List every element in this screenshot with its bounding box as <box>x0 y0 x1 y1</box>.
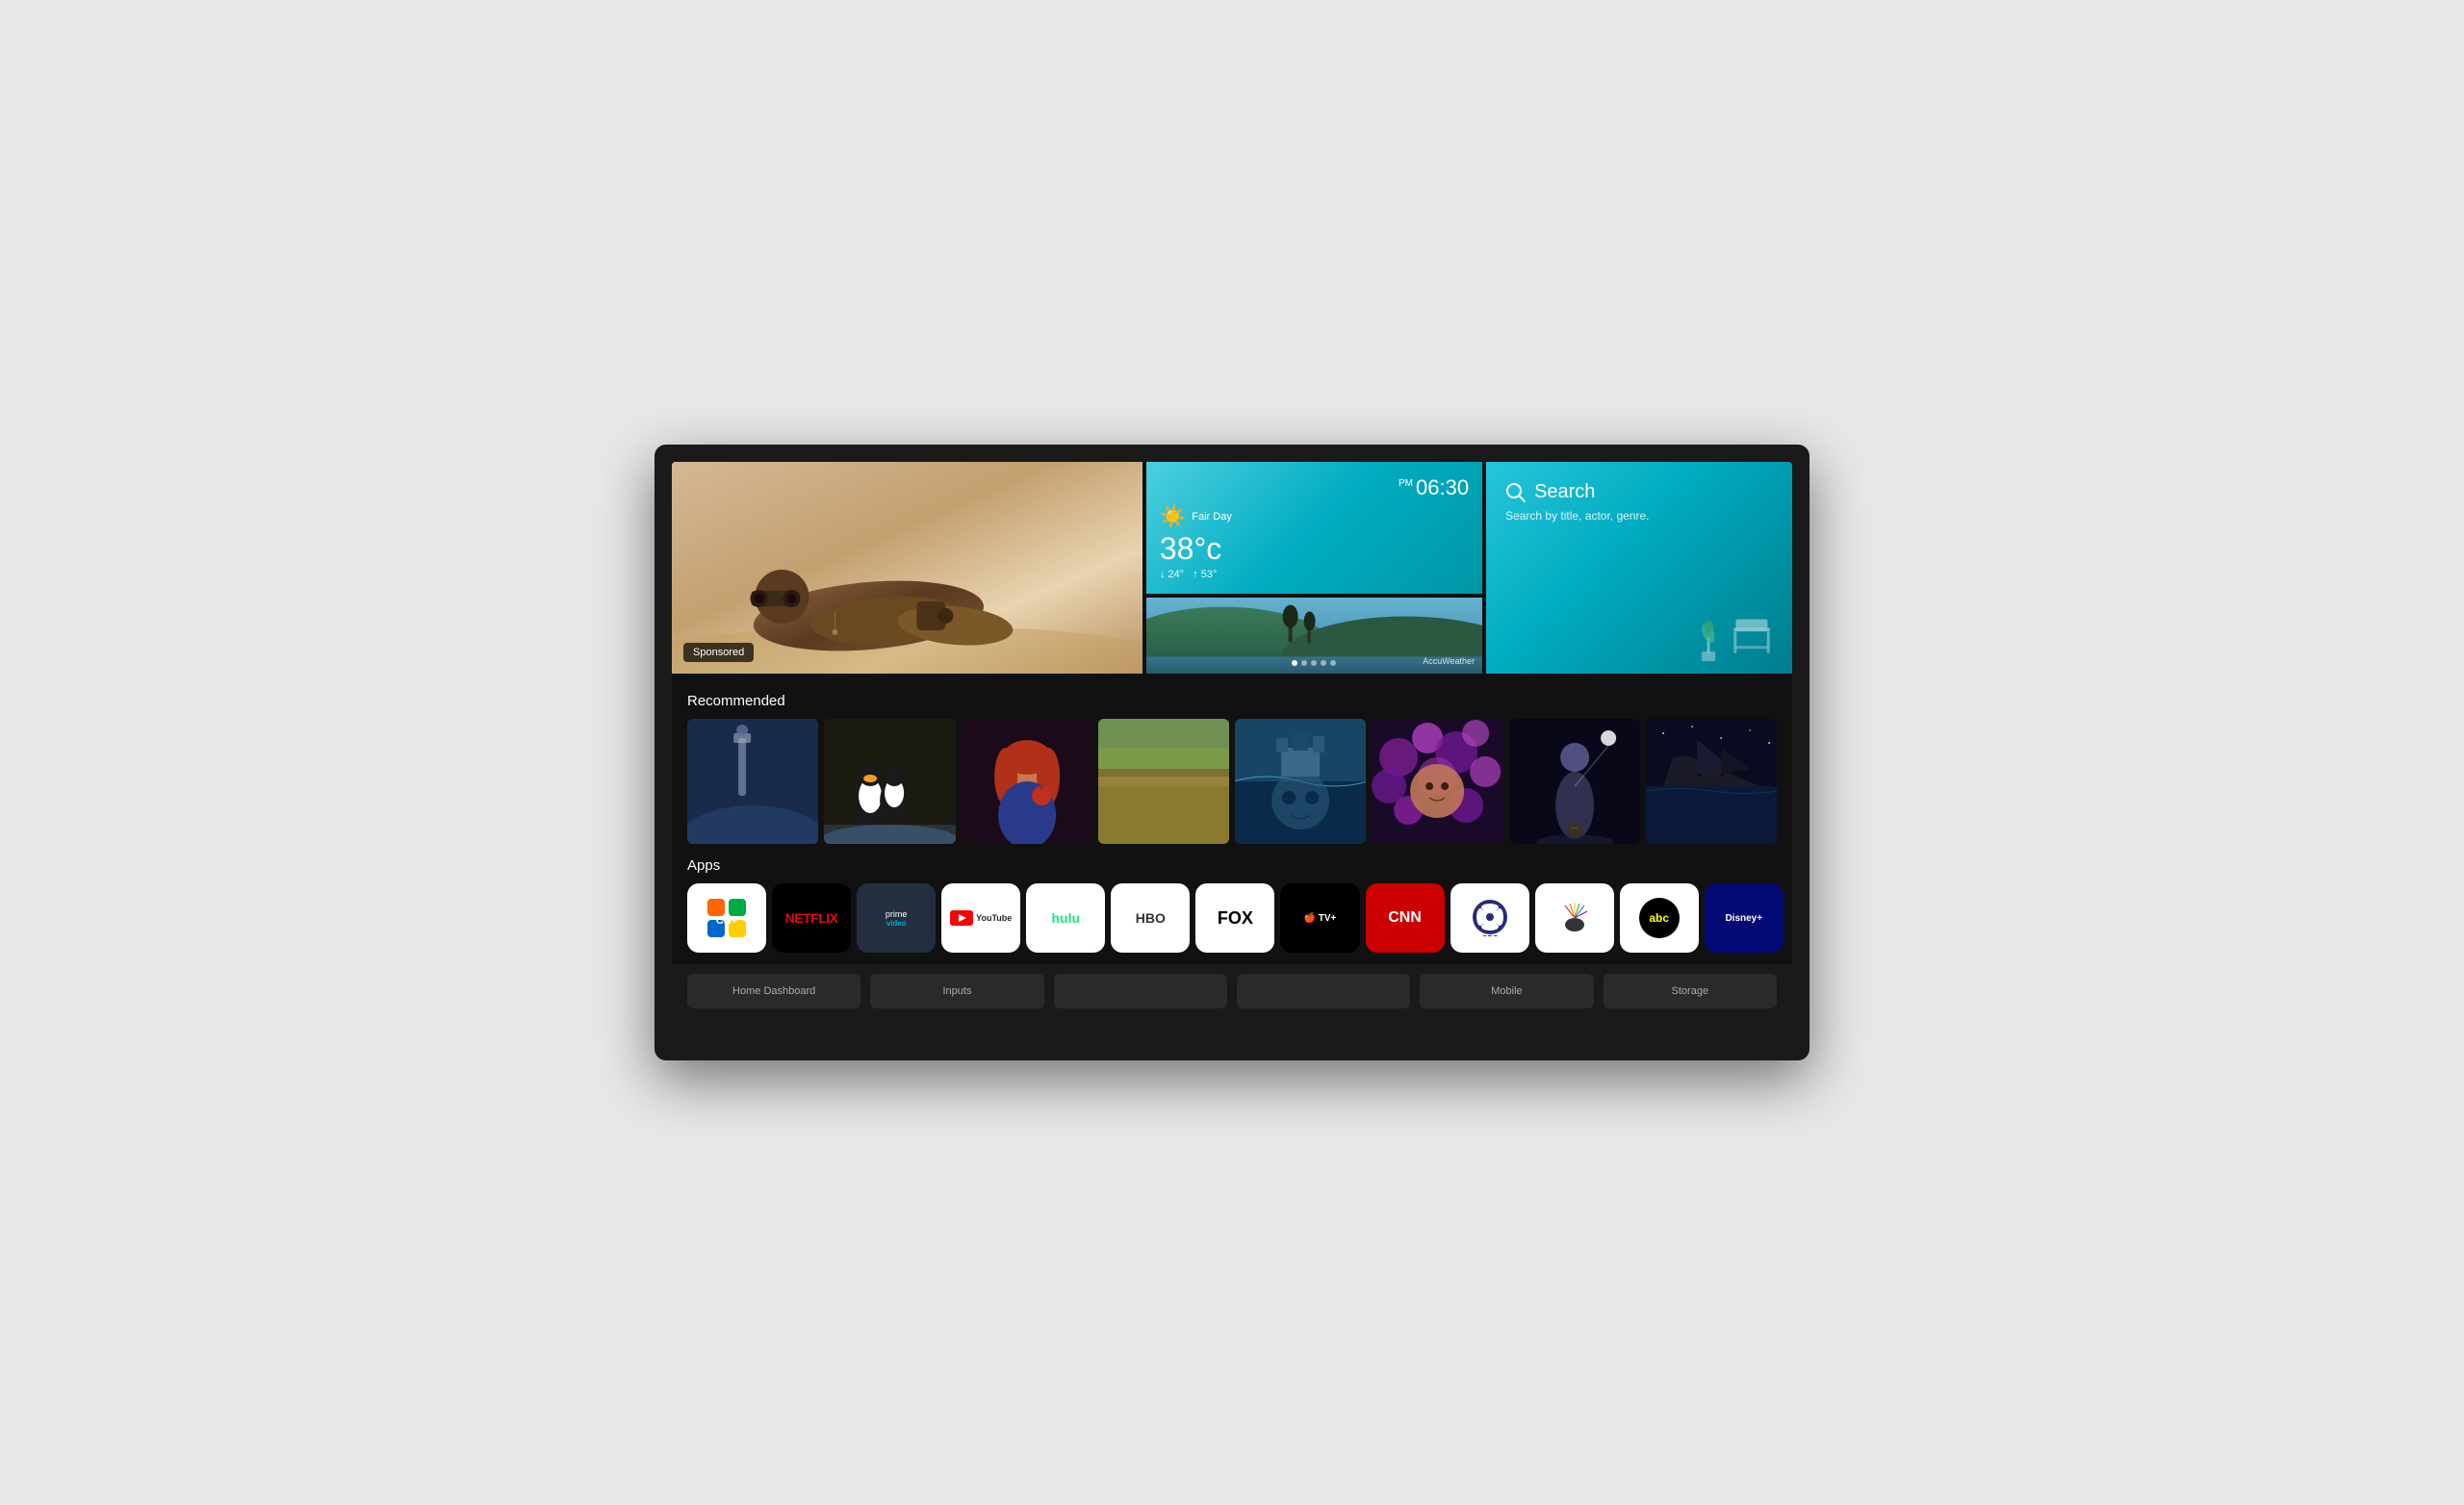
svg-text:CH+: CH+ <box>716 915 737 927</box>
nav-blank2[interactable] <box>1237 974 1410 1008</box>
carousel-dots <box>1292 660 1336 666</box>
app-ch[interactable]: CH+ <box>687 883 766 953</box>
accu-weather-badge: AccuWeather <box>1423 656 1475 666</box>
app-nbc[interactable]: NBC NEWS <box>1535 883 1614 953</box>
tv-frame: Sponsored PM 06:30 ☀️ Fair Day 38°c <box>654 445 1810 1060</box>
apps-title: Apps <box>687 857 1777 874</box>
rec-item-2[interactable] <box>824 719 955 844</box>
app-fox[interactable]: FOX <box>1195 883 1274 953</box>
rec-item-6[interactable] <box>1372 719 1502 844</box>
weather-card[interactable]: PM 06:30 ☀️ Fair Day 38°c ↓ 24° ↑ 53° <box>1146 462 1482 594</box>
hero-main[interactable]: Sponsored <box>672 462 1142 674</box>
app-cnn[interactable]: CNN <box>1366 883 1445 953</box>
app-hbo[interactable]: HBO <box>1111 883 1190 953</box>
nbc-logo: NBC NEWS <box>1551 898 1599 939</box>
fox-label: FOX <box>1218 908 1253 929</box>
dot-5 <box>1330 660 1336 666</box>
hero-section: Sponsored PM 06:30 ☀️ Fair Day 38°c <box>672 462 1792 674</box>
bottom-nav: Home Dashboard Inputs Mobile Storage <box>672 964 1792 1012</box>
hero-middle: PM 06:30 ☀️ Fair Day 38°c ↓ 24° ↑ 53° <box>1146 462 1482 674</box>
rec-item-7[interactable] <box>1509 719 1640 844</box>
prime-label: prime video <box>886 909 908 928</box>
dot-3 <box>1311 660 1317 666</box>
abc-logo: abc <box>1639 898 1680 938</box>
hbo-label: HBO <box>1136 910 1166 926</box>
nav-storage[interactable]: Storage <box>1604 974 1777 1008</box>
content-area: Recommended <box>672 674 1792 964</box>
youtube-label: YouTube <box>950 910 1012 926</box>
search-subtitle: Search by title, actor, genre. <box>1505 509 1781 523</box>
nav-inputs[interactable]: Inputs <box>870 974 1043 1008</box>
nav-home[interactable]: Home Dashboard <box>687 974 860 1008</box>
app-cbs[interactable]: CBS <box>1450 883 1529 953</box>
landscape-card[interactable]: AccuWeather <box>1146 598 1482 674</box>
app-youtube[interactable]: YouTube <box>941 883 1020 953</box>
rec-item-8[interactable] <box>1646 719 1777 844</box>
rec-item-3[interactable] <box>962 719 1092 844</box>
netflix-label: NETFLIX <box>785 910 838 926</box>
hulu-label: hulu <box>1052 910 1081 926</box>
app-disney[interactable]: Disney+ <box>1705 883 1784 953</box>
search-title: Search <box>1534 481 1595 503</box>
temperature: 38°c <box>1160 531 1469 567</box>
sun-icon: ☀️ <box>1160 504 1186 529</box>
rec-item-5[interactable] <box>1235 719 1366 844</box>
temp-range: ↓ 24° ↑ 53° <box>1160 569 1469 580</box>
plant-decor <box>1694 616 1723 664</box>
hero-right[interactable]: Search Search by title, actor, genre. <box>1486 462 1792 674</box>
weather-condition: Fair Day <box>1192 511 1232 523</box>
app-prime[interactable]: prime video <box>857 883 936 953</box>
dot-4 <box>1321 660 1326 666</box>
appletv-label: 🍎 TV+ <box>1304 913 1337 924</box>
chair-decor <box>1723 606 1781 664</box>
tv-screen: Sponsored PM 06:30 ☀️ Fair Day 38°c <box>672 462 1792 1012</box>
search-icon <box>1505 482 1527 503</box>
weather-time: PM 06:30 <box>1160 475 1469 500</box>
recommended-row <box>687 719 1777 844</box>
nav-mobile[interactable]: Mobile <box>1420 974 1593 1008</box>
nav-blank1[interactable] <box>1054 974 1227 1008</box>
rec-item-4[interactable] <box>1098 719 1229 844</box>
recommended-title: Recommended <box>687 693 1777 709</box>
svg-text:CBS: CBS <box>1481 934 1499 936</box>
rec-item-1[interactable] <box>687 719 818 844</box>
dot-2 <box>1301 660 1307 666</box>
cbs-logo: CBS <box>1471 898 1509 939</box>
cnn-label: CNN <box>1388 909 1422 927</box>
ch-logo: CH+ <box>706 897 748 939</box>
app-abc[interactable]: abc <box>1620 883 1699 953</box>
search-section: Search Search by title, actor, genre. <box>1505 481 1781 523</box>
tv-stand <box>1174 1012 1290 1032</box>
app-hulu[interactable]: hulu <box>1026 883 1105 953</box>
youtube-icon <box>950 910 973 926</box>
app-netflix[interactable]: NETFLIX <box>772 883 851 953</box>
sponsored-badge: Sponsored <box>683 643 754 662</box>
dot-1 <box>1292 660 1297 666</box>
apps-row: CH+ NETFLIX prime video <box>687 883 1777 953</box>
app-appletv[interactable]: 🍎 TV+ <box>1280 883 1359 953</box>
disney-label: Disney+ <box>1725 913 1762 924</box>
hero-image <box>672 462 1142 674</box>
